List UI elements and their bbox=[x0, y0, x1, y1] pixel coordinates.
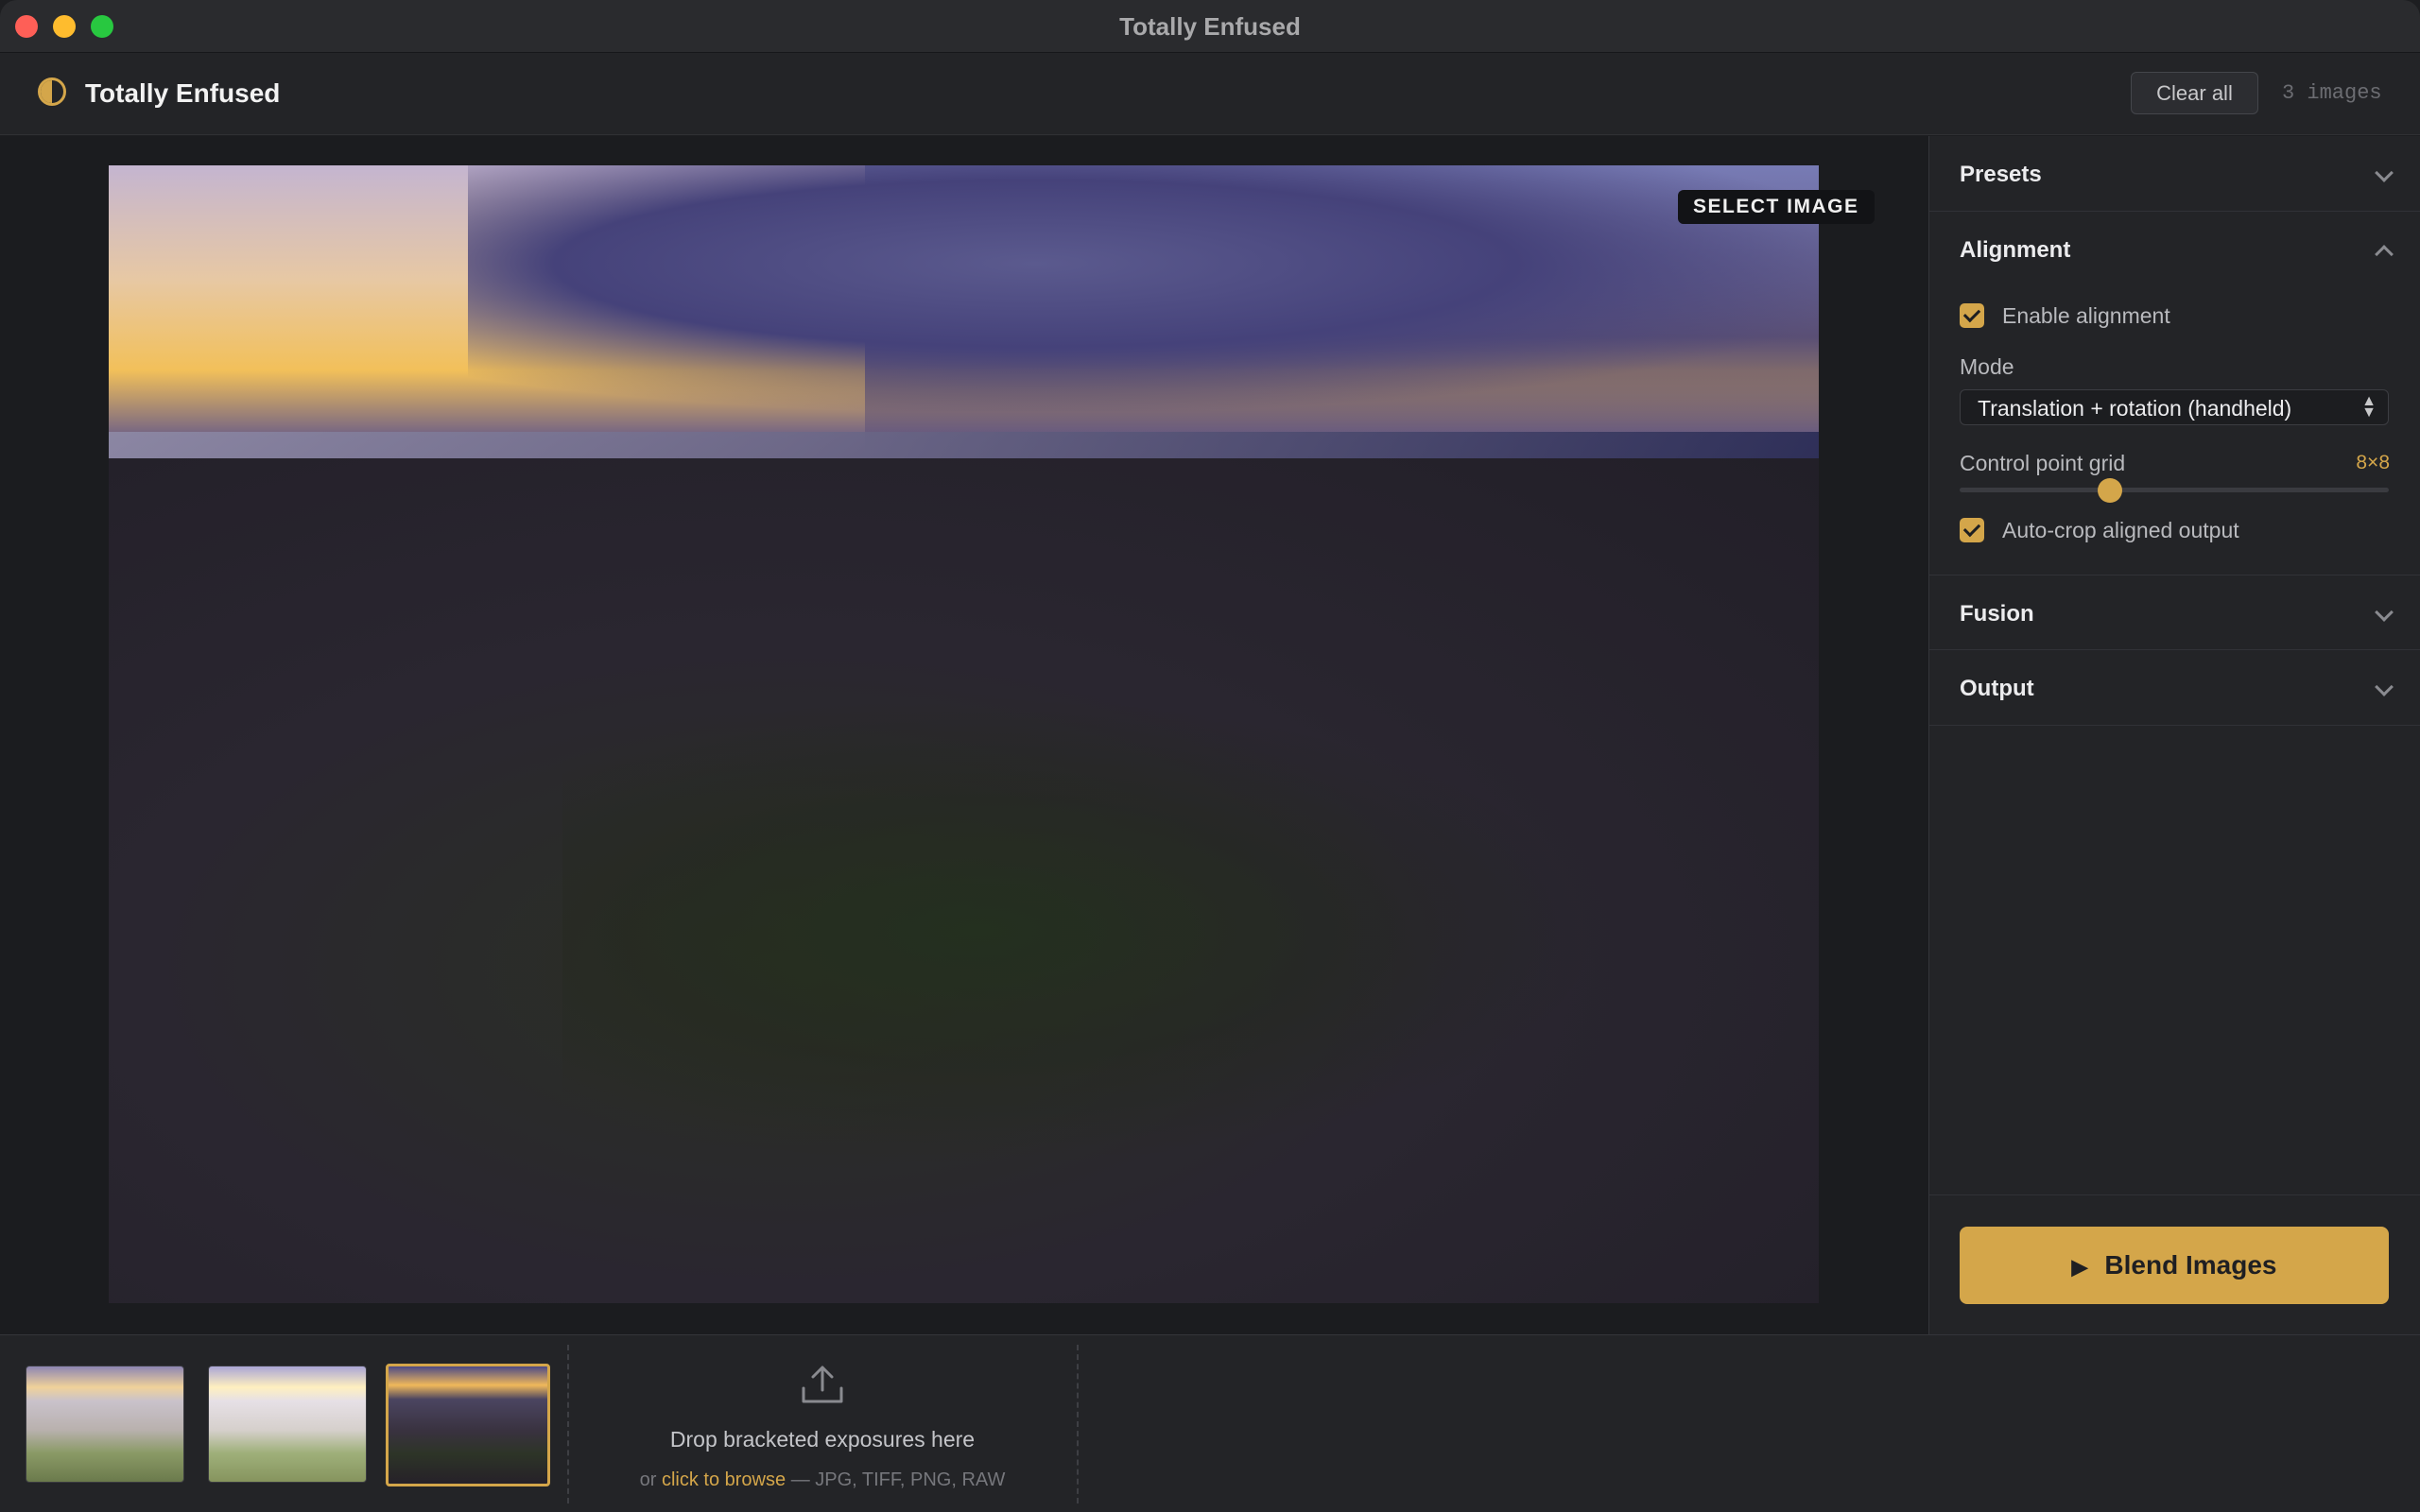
mode-label: Mode bbox=[1960, 354, 2014, 379]
drop-prefix: or bbox=[639, 1469, 657, 1490]
browse-link[interactable]: click to browse bbox=[662, 1469, 786, 1490]
enable-alignment-checkbox[interactable] bbox=[1960, 303, 1984, 328]
presets-section-header[interactable]: Presets bbox=[1929, 136, 2420, 212]
control-point-grid-slider-track[interactable] bbox=[1960, 488, 2389, 492]
app-header: Totally Enfused Clear all 3 images bbox=[0, 53, 2420, 135]
blend-images-button[interactable]: ▶ Blend Images bbox=[1960, 1227, 2389, 1304]
drop-zone-title: Drop bracketed exposures here bbox=[669, 1427, 976, 1452]
fusion-section-header[interactable]: Fusion bbox=[1929, 575, 2420, 650]
output-section-header[interactable]: Output bbox=[1929, 650, 2420, 726]
enable-alignment-label: Enable alignment bbox=[2002, 303, 2170, 328]
output-label: Output bbox=[1960, 676, 2034, 701]
settings-panel: Presets Alignment Enable alignment Mode … bbox=[1928, 136, 2420, 1334]
presets-label: Presets bbox=[1960, 162, 2042, 187]
select-image-badge[interactable]: SELECT IMAGE bbox=[1678, 190, 1875, 224]
alignment-section-header[interactable]: Alignment bbox=[1929, 212, 2420, 287]
thumbnail-exposure-1[interactable] bbox=[26, 1366, 184, 1483]
window-title: Totally Enfused bbox=[1119, 12, 1301, 41]
chevron-down-icon bbox=[2375, 678, 2394, 696]
control-point-grid-slider-handle[interactable] bbox=[2097, 478, 2122, 503]
app-logo-icon bbox=[38, 77, 66, 106]
filmstrip: Drop bracketed exposures here or click t… bbox=[0, 1334, 2420, 1512]
preview-image[interactable] bbox=[109, 165, 1819, 1303]
upload-icon bbox=[802, 1366, 843, 1403]
drop-formats: — JPG, TIFF, PNG, RAW bbox=[790, 1469, 1006, 1490]
select-arrows-icon: ▲ ▼ bbox=[2361, 393, 2377, 421]
auto-crop-checkbox[interactable] bbox=[1960, 518, 1984, 542]
drop-zone[interactable]: Drop bracketed exposures here or click t… bbox=[569, 1335, 1076, 1512]
app-name: Totally Enfused bbox=[85, 78, 281, 108]
image-count: 3 images bbox=[2282, 81, 2382, 105]
divider bbox=[1077, 1345, 1079, 1503]
play-icon: ▶ bbox=[2071, 1255, 2088, 1279]
control-point-grid-label: Control point grid bbox=[1960, 451, 2126, 475]
chevron-down-icon bbox=[2375, 603, 2394, 622]
alignment-label: Alignment bbox=[1960, 237, 2071, 263]
drop-zone-subtitle: or click to browse — JPG, TIFF, PNG, RAW bbox=[569, 1469, 1076, 1491]
fusion-label: Fusion bbox=[1960, 601, 2034, 627]
thumbnail-exposure-2[interactable] bbox=[208, 1366, 367, 1483]
window-titlebar: Totally Enfused bbox=[0, 0, 2420, 53]
clear-all-button[interactable]: Clear all bbox=[2131, 72, 2258, 114]
mode-select-value: Translation + rotation (handheld) bbox=[1978, 396, 2292, 421]
chevron-down-icon bbox=[2375, 163, 2394, 182]
auto-crop-label: Auto-crop aligned output bbox=[2002, 518, 2239, 542]
blend-area: ▶ Blend Images bbox=[1929, 1194, 2420, 1334]
blend-images-label: Blend Images bbox=[2104, 1250, 2277, 1280]
thumbnail-exposure-3[interactable] bbox=[386, 1364, 550, 1486]
image-viewer: SELECT IMAGE bbox=[0, 136, 1928, 1334]
chevron-up-icon bbox=[2375, 245, 2394, 264]
mode-select[interactable]: Translation + rotation (handheld) ▲ ▼ bbox=[1960, 389, 2389, 425]
control-point-grid-value: 8×8 bbox=[2356, 452, 2390, 473]
